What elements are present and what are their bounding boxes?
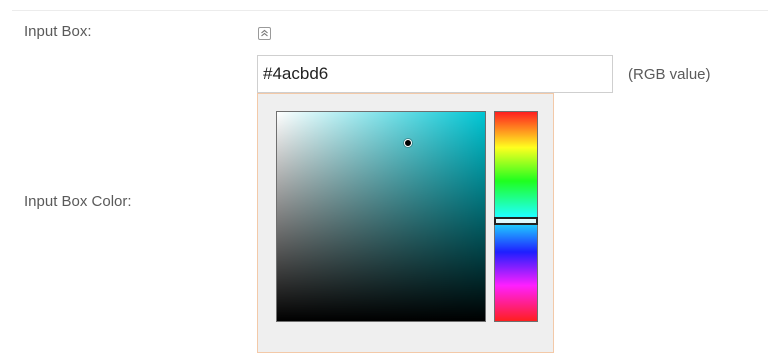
color-selection-cursor[interactable] xyxy=(404,139,413,148)
rgb-value-hint: (RGB value) xyxy=(628,66,711,83)
saturation-value-area[interactable] xyxy=(276,111,486,322)
hue-slider-handle[interactable] xyxy=(494,216,538,225)
input-box-color-label: Input Box Color: xyxy=(24,193,132,210)
top-divider xyxy=(12,10,768,11)
color-hex-input[interactable] xyxy=(257,55,613,93)
input-box-label: Input Box: xyxy=(24,23,92,40)
collapse-button[interactable] xyxy=(258,27,271,40)
double-chevron-up-icon xyxy=(261,29,268,37)
